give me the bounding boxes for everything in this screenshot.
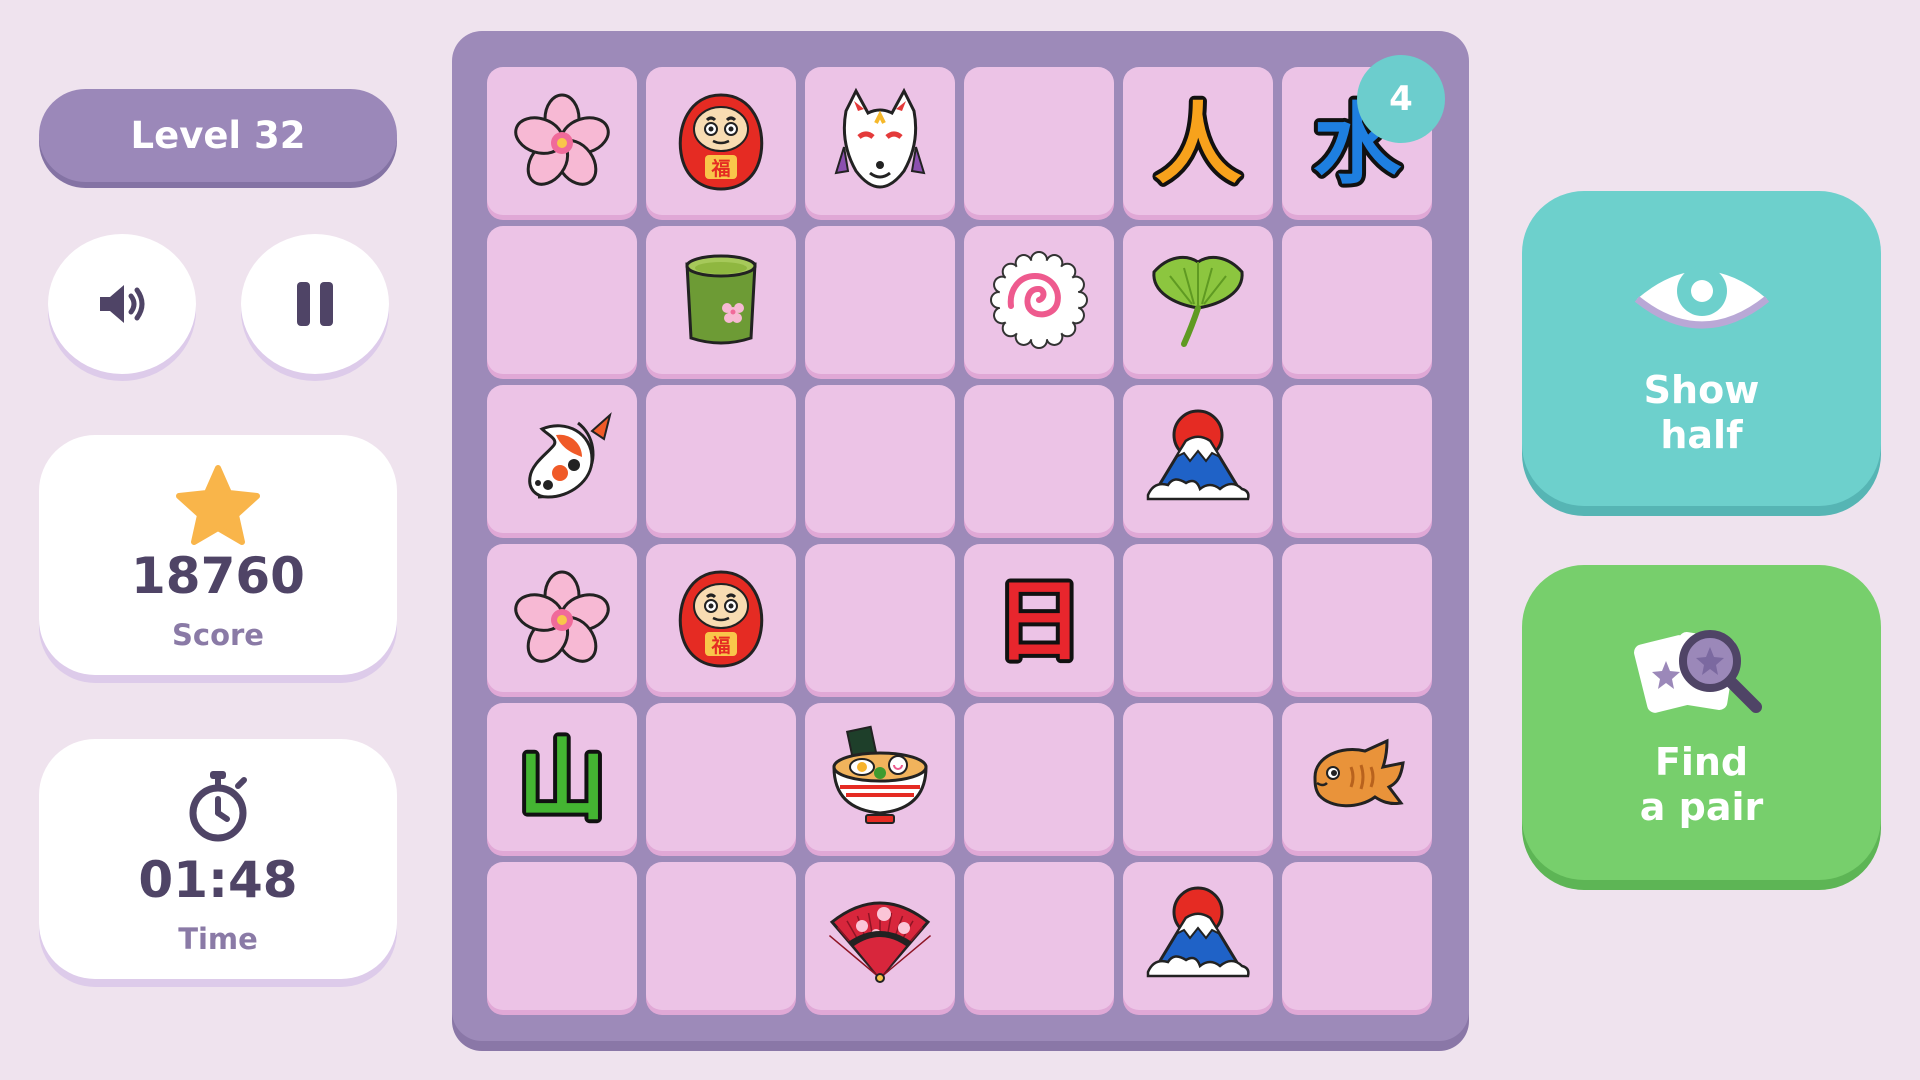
board-tile[interactable] <box>646 703 796 851</box>
kanji-sun-icon: 日 <box>985 564 1093 677</box>
eye-icon <box>1634 266 1769 329</box>
svg-text:福: 福 <box>710 157 730 180</box>
star-icon <box>176 465 260 545</box>
board-tile[interactable] <box>964 67 1114 215</box>
kanji-person-icon: 人 <box>1144 87 1252 200</box>
folding-fan-icon <box>826 882 934 990</box>
pause-icon <box>297 282 333 326</box>
board-tile[interactable] <box>805 862 955 1010</box>
koi-fish-icon <box>508 405 616 513</box>
matcha-cup-icon <box>667 246 775 354</box>
board-tile[interactable] <box>805 385 955 533</box>
board-tile[interactable] <box>964 226 1114 374</box>
board-tile[interactable] <box>805 67 955 215</box>
speaker-icon <box>100 285 145 323</box>
board-tile[interactable] <box>1282 862 1432 1010</box>
board-tile[interactable] <box>1282 226 1432 374</box>
mount-fuji-icon <box>1144 882 1252 990</box>
board-tile[interactable] <box>487 67 637 215</box>
board-tile[interactable] <box>964 385 1114 533</box>
time-card: 01:48 Time <box>39 739 397 979</box>
find-pair-label-line1: Find <box>1654 740 1749 784</box>
kanji-mountain-icon: 山 <box>508 723 616 836</box>
board-tile[interactable]: 人 <box>1123 67 1273 215</box>
board-tile[interactable] <box>1123 385 1273 533</box>
board-tile[interactable] <box>487 226 637 374</box>
svg-text:人: 人 <box>1154 93 1242 195</box>
board-tile[interactable] <box>1123 703 1273 851</box>
time-value: 01:48 <box>138 851 298 909</box>
kitsune-mask-icon <box>826 87 934 195</box>
stopwatch-icon <box>189 771 247 842</box>
board-tile[interactable]: 福 <box>646 67 796 215</box>
level-label: Level 32 <box>39 89 397 182</box>
board-tile[interactable] <box>1123 862 1273 1010</box>
board-tile[interactable] <box>805 544 955 692</box>
board-tile[interactable]: 山 <box>487 703 637 851</box>
board-tile[interactable] <box>1282 703 1432 851</box>
board-tile[interactable] <box>805 703 955 851</box>
board-tile[interactable] <box>1123 226 1273 374</box>
svg-text:福: 福 <box>710 634 730 657</box>
score-value: 18760 <box>131 547 305 605</box>
time-label: Time <box>178 922 258 956</box>
sound-button[interactable] <box>48 234 196 374</box>
score-label: Score <box>172 618 264 652</box>
show-half-button[interactable]: Show half <box>1522 191 1881 506</box>
magnifier-cards-icon <box>1633 630 1762 713</box>
board-tile[interactable] <box>646 862 796 1010</box>
pause-button[interactable] <box>241 234 389 374</box>
mount-fuji-icon <box>1144 405 1252 513</box>
board-tile[interactable] <box>646 226 796 374</box>
daruma-icon: 福 <box>667 87 775 195</box>
board-tile[interactable] <box>805 226 955 374</box>
board-tile[interactable] <box>646 385 796 533</box>
board-tile[interactable] <box>487 544 637 692</box>
find-pair-button[interactable]: Find a pair <box>1522 565 1881 880</box>
board-tile[interactable] <box>487 385 637 533</box>
show-half-label-line2: half <box>1660 413 1743 457</box>
narutomaki-icon <box>985 246 1093 354</box>
board-tile[interactable] <box>487 862 637 1010</box>
board-tile[interactable]: 福 <box>646 544 796 692</box>
daruma-icon: 福 <box>667 564 775 672</box>
board-tile[interactable]: 日 <box>964 544 1114 692</box>
taiyaki-icon <box>1303 723 1411 831</box>
board-tile[interactable] <box>964 862 1114 1010</box>
board-tile[interactable] <box>1123 544 1273 692</box>
find-pair-label-line2: a pair <box>1639 785 1764 829</box>
show-half-label-line1: Show <box>1643 368 1760 412</box>
ginkgo-leaf-icon <box>1144 246 1252 354</box>
board-tile[interactable] <box>1282 544 1432 692</box>
svg-text:日: 日 <box>995 570 1083 672</box>
ramen-bowl-icon <box>826 723 934 831</box>
svg-text:山: 山 <box>518 729 606 831</box>
board-tile[interactable] <box>964 703 1114 851</box>
pairs-remaining-badge: 4 <box>1357 55 1445 143</box>
board-tile[interactable] <box>1282 385 1432 533</box>
score-card: 18760 Score <box>39 435 397 675</box>
sakura-icon <box>508 564 616 672</box>
sakura-icon <box>508 87 616 195</box>
